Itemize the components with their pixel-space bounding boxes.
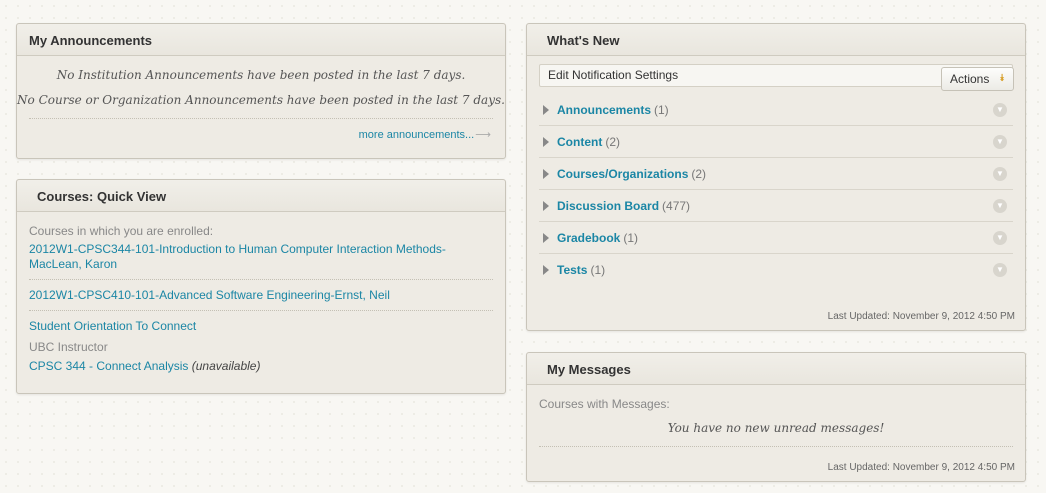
whats-new-item-tests[interactable]: Tests (1) ▼ — [539, 254, 1013, 286]
divider — [29, 118, 493, 119]
last-updated-timestamp: Last Updated: November 9, 2012 4:50 PM — [827, 462, 1015, 473]
expand-triangle-icon — [543, 169, 549, 179]
unavailable-status: (unavailable) — [191, 359, 261, 373]
whats-new-item-announcements[interactable]: Announcements (1) ▼ — [539, 94, 1013, 126]
whats-new-item-label[interactable]: Courses/Organizations — [557, 167, 688, 181]
my-messages-module: My Messages Courses with Messages: You h… — [526, 352, 1026, 482]
whats-new-item-count: (2) — [605, 135, 620, 149]
institution-announcements-message: No Institution Announcements have been p… — [56, 68, 466, 82]
whats-new-item-count: (2) — [691, 167, 707, 181]
whats-new-item-count: (477) — [662, 199, 691, 213]
my-announcements-module: My Announcements No Institution Announce… — [16, 23, 506, 159]
module-title: My Messages — [527, 353, 1025, 385]
whats-new-item-label[interactable]: Discussion Board — [557, 199, 659, 213]
expand-triangle-icon — [543, 265, 549, 275]
actions-button[interactable]: Actions ⯯ — [941, 67, 1014, 91]
expand-triangle-icon — [543, 137, 549, 147]
expand-triangle-icon — [543, 201, 549, 211]
whats-new-item-content[interactable]: Content (2) ▼ — [539, 126, 1013, 158]
chevron-down-circle-icon[interactable]: ▼ — [993, 263, 1007, 277]
module-title: Courses: Quick View — [17, 180, 505, 212]
notification-settings-bar: Edit Notification Settings Actions ⯯ — [539, 64, 1014, 91]
enrolled-label: Courses in which you are enrolled: — [29, 224, 214, 238]
arrow-right-icon: ⟶ — [475, 129, 491, 141]
whats-new-item-label[interactable]: Content — [557, 135, 602, 149]
whats-new-item-count: (1) — [623, 231, 639, 245]
module-title: My Announcements — [17, 24, 505, 56]
whats-new-item-count: (1) — [654, 103, 669, 117]
instructor-label: UBC Instructor — [29, 340, 108, 354]
no-messages-notice: You have no new unread messages! — [667, 421, 885, 435]
expand-triangle-icon — [543, 233, 549, 243]
more-announcements-row: more announcements...⟶ — [17, 128, 505, 141]
course-item: 2012W1-CPSC344-101-Introduction to Human… — [29, 238, 493, 280]
courses-quick-view-module: Courses: Quick View Courses in which you… — [16, 179, 506, 394]
chevron-down-circle-icon[interactable]: ▼ — [993, 103, 1007, 117]
last-updated-timestamp: Last Updated: November 9, 2012 4:50 PM — [827, 311, 1015, 322]
whats-new-item-courses[interactable]: Courses/Organizations (2) ▼ — [539, 158, 1013, 190]
edit-notification-settings-link[interactable]: Edit Notification Settings — [548, 68, 678, 82]
whats-new-item-count: (1) — [590, 263, 606, 277]
divider — [539, 446, 1013, 447]
chevron-down-circle-icon[interactable]: ▼ — [993, 167, 1007, 181]
whats-new-item-label[interactable]: Announcements — [557, 103, 651, 117]
courses-with-messages-label: Courses with Messages: — [539, 397, 670, 411]
instructor-course-row: CPSC 344 - Connect Analysis (unavailable… — [29, 359, 493, 373]
chevron-down-circle-icon[interactable]: ▼ — [993, 199, 1007, 213]
double-chevron-down-icon: ⯯ — [999, 73, 1005, 84]
module-title: What's New — [527, 24, 1025, 56]
more-announcements-link[interactable]: more announcements... — [359, 129, 475, 141]
course-link[interactable]: 2012W1-CPSC344-101-Introduction to Human… — [29, 242, 446, 271]
course-link[interactable]: 2012W1-CPSC410-101-Advanced Software Eng… — [29, 288, 390, 302]
whats-new-item-label[interactable]: Tests — [557, 263, 587, 277]
whats-new-item-label[interactable]: Gradebook — [557, 231, 620, 245]
chevron-down-circle-icon[interactable]: ▼ — [993, 231, 1007, 245]
chevron-down-circle-icon[interactable]: ▼ — [993, 135, 1007, 149]
course-item: 2012W1-CPSC410-101-Advanced Software Eng… — [29, 280, 493, 311]
course-item: Student Orientation To Connect — [29, 311, 493, 340]
course-announcements-message: No Course or Organization Announcements … — [17, 93, 505, 107]
whats-new-list: Announcements (1) ▼ Content (2) ▼ Courses/… — [539, 94, 1013, 286]
whats-new-item-gradebook[interactable]: Gradebook (1) ▼ — [539, 222, 1013, 254]
whats-new-item-discussion-board[interactable]: Discussion Board (477) ▼ — [539, 190, 1013, 222]
course-link[interactable]: Student Orientation To Connect — [29, 319, 196, 333]
course-link[interactable]: CPSC 344 - Connect Analysis — [29, 359, 188, 373]
whats-new-module: What's New Edit Notification Settings Ac… — [526, 23, 1026, 331]
actions-label: Actions — [950, 72, 990, 86]
expand-triangle-icon — [543, 105, 549, 115]
